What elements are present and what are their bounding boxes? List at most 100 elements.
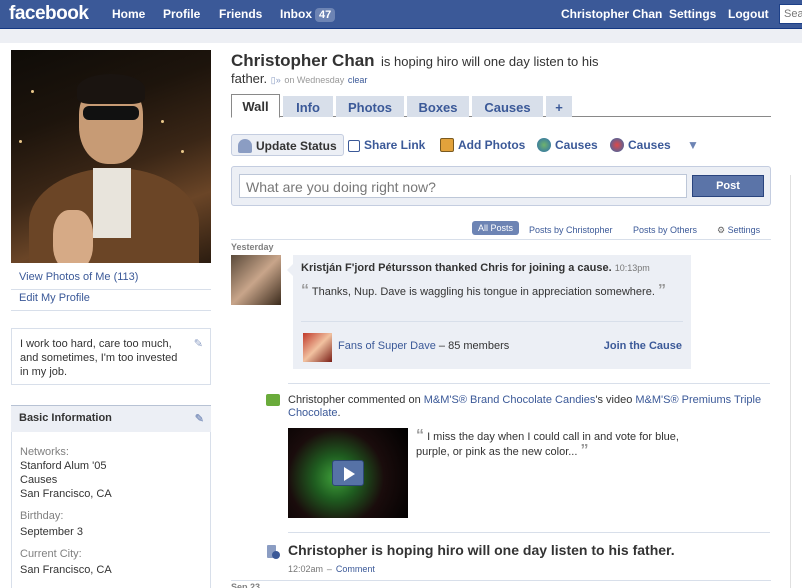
story-time: 10:13pm — [614, 263, 650, 273]
mobile-icon: ▯» — [270, 75, 281, 85]
nav-logout[interactable]: Logout — [728, 7, 769, 21]
share-link-icon — [348, 140, 360, 152]
basic-info-body: Networks: Stanford Alum '05 Causes San F… — [11, 432, 211, 588]
update-status-label: Update Status — [256, 139, 337, 153]
nav-profile[interactable]: Profile — [163, 7, 200, 21]
date-divider: Yesterday — [231, 239, 771, 252]
filter-posts-by-others[interactable]: Posts by Others — [633, 225, 697, 235]
tab-boxes[interactable]: Boxes — [407, 96, 469, 117]
brand-link[interactable]: M&M'S® Brand Chocolate Candies — [424, 394, 596, 406]
gear-icon: ⚙ — [717, 225, 726, 235]
status-text: is hoping hiro will one day listen to hi… — [381, 54, 599, 69]
causes-globe-icon — [537, 138, 551, 152]
filter-posts-by-christopher[interactable]: Posts by Christopher — [529, 225, 613, 235]
pencil-icon[interactable]: ✎ — [194, 337, 203, 351]
tab-info[interactable]: Info — [283, 96, 333, 117]
status-update-icon — [265, 544, 281, 560]
status-text-cont: father. ▯» on Wednesday clear — [231, 71, 367, 86]
cause-separator: – — [438, 340, 446, 352]
search-input[interactable]: Sea — [779, 4, 802, 24]
story-verb: commented on — [347, 394, 421, 406]
bio-text: I work too hard, care too much, and some… — [20, 338, 178, 378]
facebook-logo[interactable]: facebook — [9, 3, 89, 25]
status-clear-link[interactable]: clear — [348, 75, 368, 85]
comment-story: Christopher commented on M&M'S® Brand Ch… — [288, 394, 768, 420]
friend-avatar[interactable] — [231, 255, 281, 305]
causes-heart-icon — [610, 138, 624, 152]
publisher-bar: Update Status Share Link Add Photos Caus… — [231, 134, 771, 156]
video-thumbnail[interactable] — [288, 428, 408, 518]
cause-thumbnail[interactable] — [303, 333, 332, 362]
divider — [288, 532, 770, 533]
status-story-text: Christopher is hoping hiro will one day … — [288, 542, 675, 558]
story-quote-text: Thanks, Nup. Dave is waggling his tongue… — [311, 286, 655, 298]
status-text-end: father. — [231, 71, 268, 86]
close-quote-icon: ” — [580, 442, 589, 459]
city-label: Current City: — [20, 548, 82, 560]
add-photos-button[interactable]: Add Photos — [440, 134, 525, 156]
comment-link[interactable]: Comment — [336, 564, 375, 574]
join-cause-link[interactable]: Join the Cause — [604, 340, 682, 352]
filter-all-posts[interactable]: All Posts — [472, 221, 520, 235]
divider — [288, 383, 770, 384]
causes-button-2[interactable]: Causes — [610, 134, 671, 156]
comment-bubble-icon — [266, 394, 280, 406]
profile-photo[interactable] — [11, 50, 211, 263]
birthday-value: September 3 — [20, 526, 83, 538]
top-nav-bar: facebook Home Profile Friends Inbox 47 Ch… — [0, 0, 802, 29]
nav-friends[interactable]: Friends — [219, 7, 262, 21]
story-end: . — [337, 407, 341, 419]
scroll-edge — [790, 175, 791, 588]
birthday-label: Birthday: — [20, 510, 64, 522]
edit-profile-link[interactable]: Edit My Profile — [11, 286, 211, 311]
share-link-button[interactable]: Share Link — [348, 134, 425, 156]
sub-header-band — [0, 29, 802, 43]
add-photos-icon — [440, 138, 454, 152]
cause-info: Fans of Super Dave – 85 members — [338, 340, 509, 352]
dropdown-arrow-icon[interactable]: ▼ — [687, 134, 699, 156]
open-quote-icon: “ — [301, 282, 309, 299]
basic-info-header: Basic Information ✎ — [11, 405, 211, 432]
story-quote: “ Thanks, Nup. Dave is waggling his tong… — [301, 282, 681, 299]
causes-label-2: Causes — [628, 138, 671, 152]
status-story: Christopher is hoping hiro will one day … — [288, 542, 708, 578]
open-quote-icon: “ — [416, 427, 424, 444]
comment-quote: “ I miss the day when I could call in an… — [416, 427, 696, 459]
close-quote-icon: ” — [657, 282, 666, 299]
basic-info-title: Basic Information — [19, 412, 112, 424]
networks-label: Networks: — [20, 446, 69, 458]
profile-name: Christopher Chan — [231, 51, 375, 70]
comment-quote-text: I miss the day when I could call in and … — [416, 431, 679, 458]
network-item: Causes — [20, 474, 58, 486]
city-value[interactable]: San Francisco, CA — [20, 563, 202, 577]
thanks-story: Kristján F'jord Pétursson thanked Chris … — [293, 255, 691, 369]
cause-link[interactable]: Fans of Super Dave — [338, 340, 436, 352]
nav-inbox[interactable]: Inbox 47 — [280, 7, 336, 22]
status-story-dash: – — [326, 564, 332, 574]
nav-home[interactable]: Home — [112, 7, 145, 21]
status-time: on Wednesday — [284, 75, 345, 85]
network-item: Stanford Alum '05 — [20, 460, 107, 472]
date-divider-2: Sep 23 — [231, 580, 771, 588]
status-input[interactable]: What are you doing right now? — [239, 174, 687, 198]
add-photos-label: Add Photos — [458, 138, 526, 152]
filter-all-posts-label: All Posts — [472, 221, 520, 235]
tab-add[interactable]: + — [546, 96, 572, 117]
nav-settings[interactable]: Settings — [669, 7, 716, 21]
profile-tabs: Wall Info Photos Boxes Causes + — [231, 94, 771, 118]
tab-wall[interactable]: Wall — [231, 94, 280, 118]
causes-button[interactable]: Causes — [537, 134, 598, 156]
play-icon[interactable] — [332, 460, 364, 486]
story-mid: 's video — [595, 394, 633, 406]
post-button[interactable]: Post — [692, 175, 764, 197]
pencil-icon[interactable]: ✎ — [195, 412, 204, 425]
update-status-button[interactable]: Update Status — [231, 134, 344, 156]
tab-causes[interactable]: Causes — [472, 96, 543, 117]
tab-photos[interactable]: Photos — [336, 96, 404, 117]
status-composer: What are you doing right now? Post — [231, 166, 771, 206]
causes-label: Causes — [555, 138, 598, 152]
nav-user-name[interactable]: Christopher Chan — [561, 7, 662, 21]
story-actor: Christopher — [288, 394, 345, 406]
wall-settings-link[interactable]: ⚙ Settings — [717, 225, 760, 236]
story-title-text: Kristján F'jord Pétursson thanked Chris … — [301, 262, 612, 274]
